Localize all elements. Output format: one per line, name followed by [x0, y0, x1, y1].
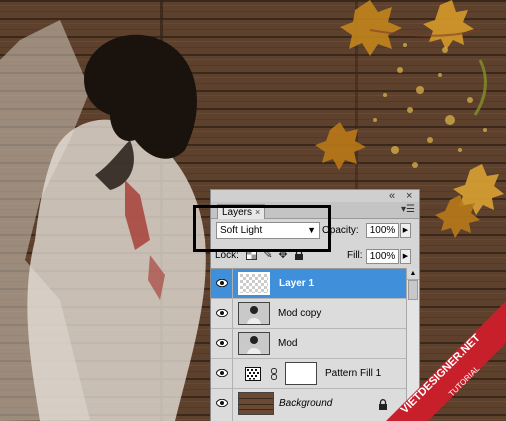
opacity-slider-button[interactable]: ▶ — [400, 223, 411, 238]
layer-name: Background — [279, 398, 333, 409]
blend-mode-highlight-box — [193, 205, 331, 252]
fill-slider-button[interactable]: ▶ — [400, 249, 411, 264]
layers-list: Layer 1 Mod copy Mod Pattern Fill 1 Back… — [211, 268, 406, 421]
fill-label: Fill: — [347, 250, 363, 261]
pattern-fill-icon — [245, 367, 261, 384]
link-chain-icon[interactable] — [271, 368, 277, 383]
layer-mask-thumbnail — [285, 362, 317, 385]
eye-icon — [216, 369, 228, 377]
eye-icon — [216, 339, 228, 347]
visibility-toggle[interactable] — [211, 269, 233, 298]
layer-thumbnail-wood — [238, 392, 274, 415]
scroll-up-icon[interactable]: ▲ — [407, 268, 419, 280]
layers-scrollbar[interactable]: ▲ — [406, 268, 419, 420]
visibility-toggle[interactable] — [211, 359, 233, 388]
layer-thumbnail-transparent — [238, 272, 270, 295]
visibility-toggle[interactable] — [211, 329, 233, 358]
layer-name: Pattern Fill 1 — [325, 368, 382, 379]
layer-row-mod[interactable]: Mod — [211, 329, 406, 359]
lock-icon — [378, 399, 388, 413]
layer-thumbnail-photo — [238, 302, 270, 325]
layer-name: Mod — [278, 338, 298, 349]
layer-row-background[interactable]: Background — [211, 389, 406, 421]
panel-close-button[interactable]: × — [406, 190, 412, 202]
layer-thumbnail-photo — [238, 332, 270, 355]
opacity-input[interactable]: 100% — [366, 223, 399, 238]
collapse-button[interactable]: « — [389, 190, 395, 202]
layer-name: Mod copy — [278, 308, 322, 319]
layer-row-pattern-fill-1[interactable]: Pattern Fill 1 — [211, 359, 406, 389]
layer-row-layer-1[interactable]: Layer 1 — [211, 269, 406, 299]
layer-name: Layer 1 — [279, 278, 315, 289]
visibility-toggle[interactable] — [211, 389, 233, 421]
panel-menu-icon[interactable]: ▾☰ — [401, 205, 415, 215]
eye-icon — [216, 279, 228, 287]
panel-title-bar[interactable]: « × — [211, 190, 419, 202]
visibility-toggle[interactable] — [211, 299, 233, 328]
eye-icon — [216, 309, 228, 317]
layer-row-mod-copy[interactable]: Mod copy — [211, 299, 406, 329]
fill-input[interactable]: 100% — [366, 249, 399, 264]
eye-icon — [216, 399, 228, 407]
scroll-thumb[interactable] — [408, 280, 418, 300]
